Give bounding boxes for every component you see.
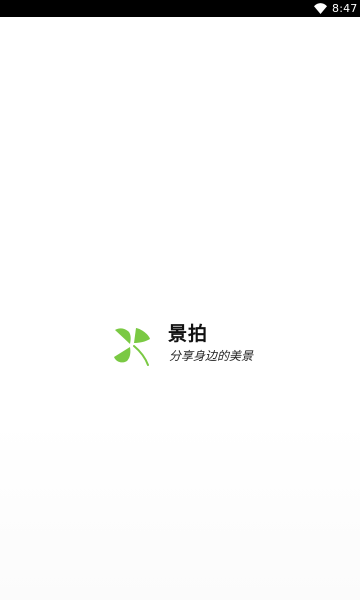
wifi-icon [314,3,327,14]
clover-logo-icon [114,328,150,366]
splash-branding: 景拍 分享身边的美景 [112,322,282,368]
status-time: 8:47 [332,2,358,15]
splash-screen: 8:47 景拍 分享身边的美景 [0,0,360,600]
app-slogan: 分享身边的美景 [169,349,254,363]
status-bar: 8:47 [0,0,360,17]
app-name: 景拍 [168,323,209,345]
